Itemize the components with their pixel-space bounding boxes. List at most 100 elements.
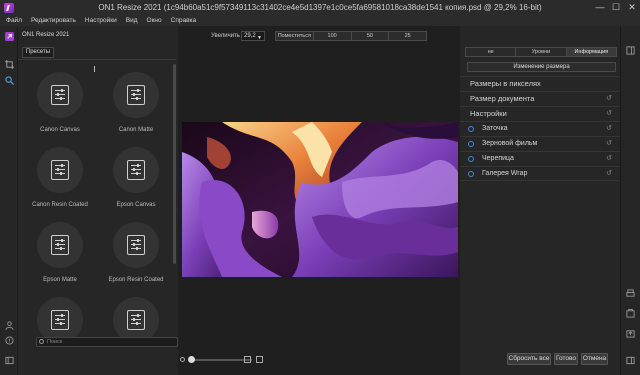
reset-icon[interactable]: ↺ [606, 137, 612, 151]
section-label: Заточка [482, 125, 508, 132]
tab-navigator[interactable]: не [466, 48, 517, 56]
reset-icon[interactable]: ↺ [606, 152, 612, 166]
preset-item[interactable] [100, 297, 172, 337]
close-button[interactable]: ✕ [624, 0, 640, 15]
zoom-out-icon[interactable] [180, 357, 185, 362]
preset-label: Epson Matte [43, 277, 77, 283]
logo-icon[interactable] [5, 32, 14, 41]
preview-image[interactable] [182, 122, 458, 277]
done-button[interactable]: Готово [554, 353, 578, 365]
section-label: Размер документа [470, 94, 535, 103]
zoom-slider[interactable] [180, 355, 270, 365]
fit-screen-icon[interactable] [244, 356, 251, 363]
maximize-button[interactable]: ☐ [608, 0, 624, 15]
preset-thumbnail [37, 147, 83, 193]
window-controls: — ☐ ✕ [592, 0, 640, 15]
toggle-circle-icon[interactable] [468, 156, 474, 162]
zoom-icon[interactable] [5, 76, 14, 85]
sliders-icon [51, 85, 69, 105]
section-film-grain[interactable]: Зерновой фильм ↺ [460, 136, 620, 151]
preset-item[interactable]: Epson Matte [24, 222, 96, 294]
cancel-button[interactable]: Отмена [581, 353, 608, 365]
section-tiling[interactable]: Черепица ↺ [460, 151, 620, 166]
reset-icon[interactable]: ↺ [606, 92, 612, 106]
share-icon[interactable] [626, 329, 635, 338]
tab-levels[interactable]: Уровни [516, 48, 567, 56]
zoom-50-button[interactable]: 50 [352, 32, 390, 40]
preset-item[interactable]: Epson Resin Coated [100, 222, 172, 294]
panel-icon[interactable] [5, 356, 14, 365]
zoom-slider-knob[interactable] [188, 356, 195, 363]
menu-help[interactable]: Справка [171, 17, 197, 24]
sliders-icon [127, 235, 145, 255]
section-gallery-wrap[interactable]: Галерея Wrap ↺ [460, 166, 620, 181]
reset-icon[interactable]: ↺ [606, 107, 612, 121]
fit-button[interactable]: Поместиться [276, 32, 314, 40]
section-settings[interactable]: Настройки ↺ [460, 106, 620, 121]
preset-thumbnail [113, 147, 159, 193]
section-sharpening[interactable]: Заточка ↺ [460, 121, 620, 136]
panel-toggle-icon[interactable] [626, 46, 635, 55]
canyon-photo [182, 122, 458, 277]
toggle-circle-icon[interactable] [468, 126, 474, 132]
preset-label: Canon Matte [118, 127, 154, 133]
title-bar: ON1 Resize 2021 (1c94b60a51c9f57349113c3… [0, 0, 640, 15]
menu-file[interactable]: Файл [6, 17, 22, 24]
preset-thumbnail [113, 72, 159, 118]
section-label: Размеры в пикселях [470, 79, 541, 88]
panel-header: ON1 Resize 2021 [18, 26, 178, 44]
preset-item[interactable]: Canon Canvas [24, 72, 96, 144]
settings-panel: не Уровни Информация Изменение размера Р… [460, 26, 620, 375]
section-label: Черепица [482, 155, 514, 162]
user-icon[interactable] [5, 321, 14, 330]
reset-all-button[interactable]: Сбросить все [507, 353, 551, 365]
preset-thumbnail [113, 222, 159, 268]
menu-bar: Файл Редактировать Настройки Вид Окно Сп… [0, 15, 640, 26]
preset-thumbnail [37, 222, 83, 268]
zoom-25-button[interactable]: 25 [389, 32, 426, 40]
zoom-toolbar: Увеличить 29,2 ▼ Поместиться 100 50 25 [178, 30, 460, 42]
toggle-circle-icon[interactable] [468, 171, 474, 177]
print-icon[interactable] [626, 289, 635, 298]
zoom-presets: Поместиться 100 50 25 [275, 31, 427, 41]
window-title: ON1 Resize 2021 (1c94b60a51c9f57349113c3… [98, 3, 542, 12]
preset-item[interactable]: Epson Canvas [100, 147, 172, 219]
search-input[interactable]: Поиск [36, 337, 178, 347]
presets-scrollbar[interactable] [173, 64, 176, 264]
resize-button[interactable]: Изменение размера [467, 62, 616, 72]
help-icon[interactable] [5, 336, 14, 345]
tab-presets[interactable]: Пресеты [22, 47, 54, 58]
sliders-icon [51, 310, 69, 330]
minimize-button[interactable]: — [592, 0, 608, 15]
menu-settings[interactable]: Настройки [85, 17, 117, 24]
preset-thumbnail [37, 72, 83, 118]
preset-thumbnail [37, 297, 83, 337]
section-document-size[interactable]: Размер документа ↺ [460, 91, 620, 106]
preset-item[interactable]: Canon Resin Coated [24, 147, 96, 219]
crop-icon[interactable] [5, 60, 14, 69]
sliders-icon [51, 235, 69, 255]
zoom-100-button[interactable]: 100 [314, 32, 352, 40]
zoom-slider-track[interactable] [190, 359, 252, 361]
menu-window[interactable]: Окно [147, 17, 162, 24]
compare-icon[interactable] [256, 356, 263, 363]
zoom-label: Увеличить [211, 33, 240, 39]
section-label: Настройки [470, 109, 507, 118]
section-pixel-dimensions[interactable]: Размеры в пикселях [460, 76, 620, 91]
tab-info[interactable]: Информация [566, 48, 616, 56]
reset-icon[interactable]: ↺ [606, 122, 612, 136]
menu-edit[interactable]: Редактировать [31, 17, 76, 24]
search-icon [39, 339, 44, 344]
split-icon[interactable] [626, 356, 635, 365]
left-tool-rail [0, 26, 18, 375]
preset-label: Canon Canvas [40, 127, 80, 133]
menu-view[interactable]: Вид [126, 17, 138, 24]
presets-panel: ON1 Resize 2021 Пресеты Canon Canvas Can… [18, 26, 178, 375]
toggle-circle-icon[interactable] [468, 141, 474, 147]
zoom-select[interactable]: 29,2 ▼ [241, 31, 265, 41]
export-icon[interactable] [626, 309, 635, 318]
reset-icon[interactable]: ↺ [606, 167, 612, 181]
section-label: Галерея Wrap [482, 170, 528, 177]
preset-item[interactable]: Canon Matte [100, 72, 172, 144]
preset-item[interactable] [24, 297, 96, 337]
